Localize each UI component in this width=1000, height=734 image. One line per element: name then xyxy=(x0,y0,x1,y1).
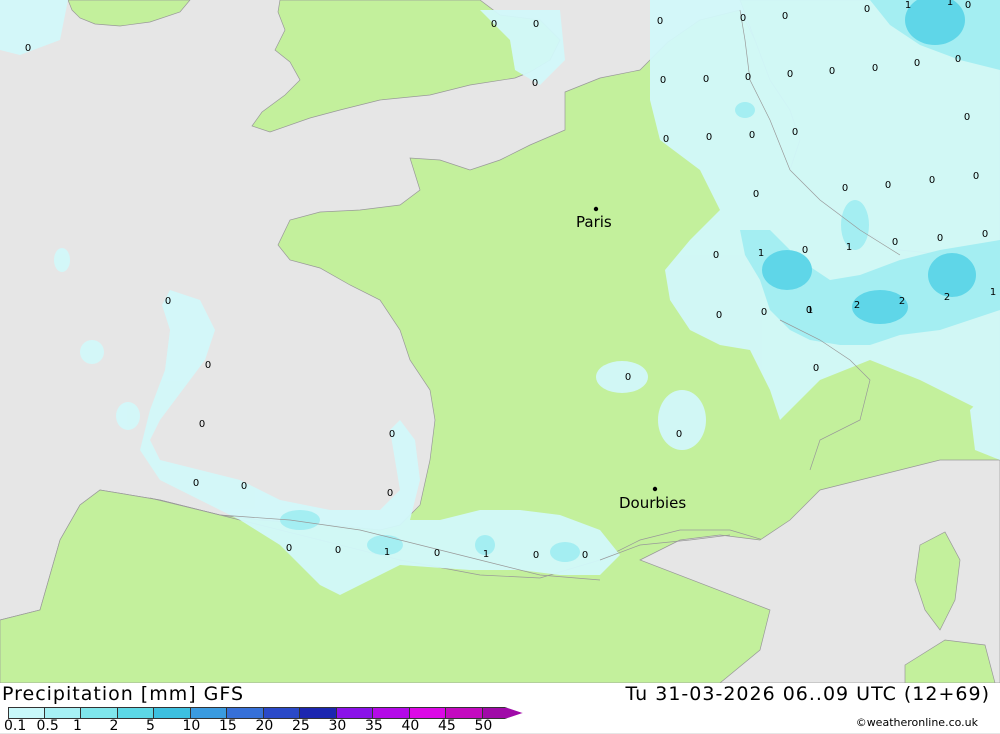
value-label: 0 xyxy=(703,74,709,85)
value-label: 0 xyxy=(787,69,793,80)
city-marker xyxy=(652,486,658,492)
value-label: 0 xyxy=(802,245,808,256)
value-label: 0 xyxy=(885,180,891,191)
value-label: 0 xyxy=(740,13,746,24)
value-label: 2 xyxy=(944,292,950,303)
value-label: 0 xyxy=(533,19,539,30)
value-label: 0 xyxy=(792,127,798,138)
legend-label: 40 xyxy=(401,718,420,734)
value-label: 0 xyxy=(829,66,835,77)
value-label: 0 xyxy=(532,78,538,89)
value-label: 1 xyxy=(807,305,813,316)
legend-label: 0.5 xyxy=(36,718,59,734)
legend-label: 2 xyxy=(109,718,119,734)
value-label: 0 xyxy=(749,130,755,141)
value-label: 0 xyxy=(937,233,943,244)
value-label: 0 xyxy=(676,429,682,440)
value-label: 0 xyxy=(964,112,970,123)
value-label: 0 xyxy=(716,310,722,321)
value-label: 1 xyxy=(947,0,953,8)
value-label: 0 xyxy=(745,72,751,83)
value-label: 0 xyxy=(914,58,920,69)
value-label: 0 xyxy=(286,543,292,554)
value-label: 0 xyxy=(533,550,539,561)
value-label: 1 xyxy=(990,287,996,298)
value-label: 0 xyxy=(782,11,788,22)
legend-label: 5 xyxy=(146,718,155,734)
value-label: 1 xyxy=(758,248,764,259)
value-label: 0 xyxy=(955,54,961,65)
value-label: 0 xyxy=(973,171,979,182)
value-label: 0 xyxy=(982,229,988,240)
value-label: 0 xyxy=(241,481,247,492)
value-label: 1 xyxy=(483,549,489,560)
footer-bar: Precipitation [mm] GFS Tu 31-03-2026 06.… xyxy=(0,683,1000,734)
value-label: 0 xyxy=(892,237,898,248)
value-label: 0 xyxy=(706,132,712,143)
city-label-paris: Paris xyxy=(576,213,612,231)
value-label: 0 xyxy=(660,75,666,86)
value-label: 0 xyxy=(813,363,819,374)
legend-label: 20 xyxy=(255,718,274,734)
value-label: 0 xyxy=(335,545,341,556)
value-label: 0 xyxy=(434,548,440,559)
city-label-dourbies: Dourbies xyxy=(619,494,686,512)
chart-title: Precipitation [mm] GFS xyxy=(2,683,245,705)
value-label: 0 xyxy=(625,372,631,383)
value-label: 2 xyxy=(899,296,905,307)
value-label: 0 xyxy=(389,429,395,440)
value-label: 0 xyxy=(663,134,669,145)
legend-label: 1 xyxy=(73,718,82,734)
legend-label: 35 xyxy=(365,718,383,734)
value-label: 0 xyxy=(965,0,971,11)
forecast-datetime: Tu 31-03-2026 06..09 UTC (12+69) xyxy=(625,683,990,705)
value-label: 0 xyxy=(205,360,211,371)
legend-label: 0.1 xyxy=(4,718,27,734)
value-label: 0 xyxy=(929,175,935,186)
city-marker xyxy=(593,206,599,212)
legend-label: 25 xyxy=(292,718,310,734)
value-label: 0 xyxy=(199,419,205,430)
value-label: 1 xyxy=(905,0,911,11)
value-label: 1 xyxy=(384,547,390,558)
legend-label: 50 xyxy=(474,718,493,734)
value-label: 0 xyxy=(842,183,848,194)
legend-label: 10 xyxy=(182,718,201,734)
credit-link[interactable]: ©weatheronline.co.uk xyxy=(856,716,978,729)
value-label: 1 xyxy=(846,242,852,253)
legend-label: 15 xyxy=(219,718,237,734)
value-label: 0 xyxy=(872,63,878,74)
value-label: 0 xyxy=(761,307,767,318)
value-label: 0 xyxy=(713,250,719,261)
value-label: 0 xyxy=(582,550,588,561)
value-label: 0 xyxy=(25,43,31,54)
value-label: 0 xyxy=(657,16,663,27)
value-label: 0 xyxy=(193,478,199,489)
legend-label: 45 xyxy=(438,718,456,734)
value-label: 0 xyxy=(753,189,759,200)
value-label: 0 xyxy=(387,488,393,499)
precipitation-map: 0 0 0 0 1 1 0 0 0 0 0 0 0 0 0 0 0 0 0 0 … xyxy=(0,0,1000,683)
value-label: 2 xyxy=(854,300,860,311)
value-label: 0 xyxy=(491,19,497,30)
legend-label: 30 xyxy=(328,718,347,734)
value-label: 0 xyxy=(165,296,171,307)
value-label: 0 xyxy=(864,4,870,15)
